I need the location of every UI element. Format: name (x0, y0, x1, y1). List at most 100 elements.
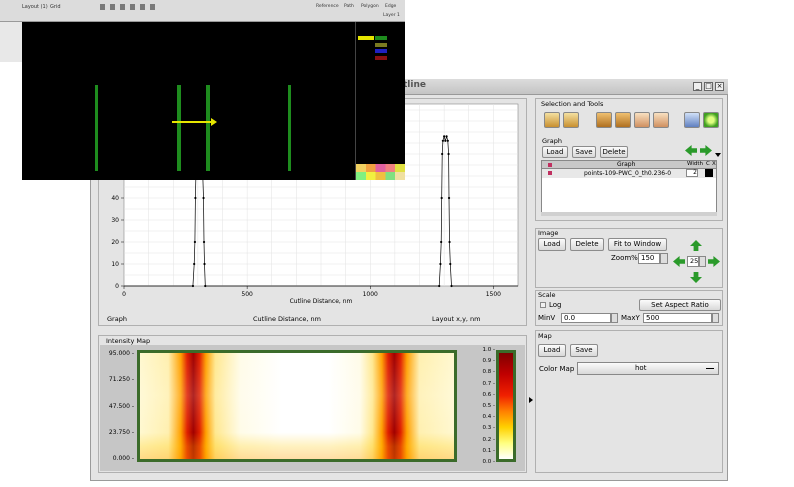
layout-line-3 (206, 85, 210, 171)
minimize-icon[interactable]: _ (693, 82, 702, 91)
zoom-select[interactable]: 150 (638, 253, 660, 264)
data-point (193, 240, 197, 244)
x-tick-label: 1000 (363, 291, 378, 298)
data-point (446, 139, 449, 142)
data-point (441, 139, 444, 142)
color-map-dropdown-icon[interactable] (706, 368, 714, 369)
table-header-x: X (712, 161, 716, 167)
maxv-label: MaxY (621, 314, 640, 322)
map-ytick: 23.750 - (108, 429, 134, 436)
data-point (441, 152, 444, 156)
layout-line-2 (177, 85, 181, 171)
layout-canvas[interactable] (22, 22, 355, 180)
select-home-icon[interactable] (544, 112, 560, 128)
x-tick-label: 500 (241, 291, 253, 298)
map-section-title: Map (538, 332, 552, 340)
x-axis-label: Cutline Distance, nm (290, 298, 353, 305)
data-point (194, 196, 197, 200)
row-color-swatch[interactable] (705, 169, 713, 177)
fit-to-window-button[interactable]: Fit to Window (608, 238, 667, 251)
data-point (202, 196, 205, 200)
data-point (204, 284, 207, 288)
cutline-arrow-icon[interactable] (172, 121, 212, 123)
overlay-toolbar-item-edge[interactable]: Edge (385, 4, 396, 9)
log-checkbox[interactable] (540, 302, 546, 308)
table-header-width: Width (687, 161, 703, 167)
house-tool-icon[interactable] (653, 112, 669, 128)
map-save-button[interactable]: Save (570, 344, 598, 357)
y-tick-label: 20 (111, 239, 119, 246)
pan-step-spinner[interactable] (699, 256, 706, 267)
row-width-field[interactable]: 2 (686, 169, 698, 177)
minv-spinner[interactable] (611, 313, 618, 323)
overlay-toolbar-item-grid[interactable]: Grid (50, 4, 61, 10)
table-header-c: C (706, 161, 710, 167)
y-tick-label: 40 (111, 195, 119, 202)
colorbar-tick: 0.7 - (482, 380, 495, 387)
zoom-label: Zoom% (611, 254, 638, 262)
layer-swatch-darkred[interactable] (375, 56, 387, 60)
colorbar-tick: 0.3 - (482, 425, 495, 432)
pan-step-input[interactable]: 25 (687, 256, 699, 267)
overlay-toolbar-icons[interactable] (100, 4, 160, 10)
overlay-toolbar-item-layout[interactable]: Layout (1) (22, 4, 48, 10)
intensity-map-shading (140, 353, 454, 459)
window-title: tline (403, 80, 426, 90)
map-ytick: 47.500 - (108, 403, 134, 410)
colorbar-tick: 0.0 - (482, 459, 495, 465)
overlay-toolbar-item-polygon[interactable]: Polygon (361, 4, 379, 9)
graph-delete-button[interactable]: Delete (600, 146, 628, 158)
header-red-marker-icon (548, 163, 552, 167)
maxv-spinner[interactable] (712, 313, 719, 323)
colorbar (496, 350, 516, 462)
data-point (202, 240, 206, 244)
colorbar-tick: 1.0 - (482, 347, 495, 353)
refresh-icon[interactable] (703, 112, 719, 128)
data-point (440, 240, 443, 244)
minv-label: MinV (538, 314, 556, 322)
close-icon[interactable]: × (715, 82, 724, 91)
zoom-tool-icon[interactable] (684, 112, 700, 128)
layer-swatch-green[interactable] (375, 36, 387, 40)
scale-section-title: Scale (538, 291, 556, 299)
colorbar-tick: 0.1 - (482, 447, 495, 454)
profile-tool-icon[interactable] (634, 112, 650, 128)
data-point (445, 135, 448, 138)
graph-save-button[interactable]: Save (572, 146, 596, 158)
maximize-icon[interactable]: □ (704, 82, 713, 91)
overlay-toolbar-item-path[interactable]: Path (344, 4, 354, 9)
dropdown-triangle-icon[interactable] (715, 153, 721, 157)
image-load-button[interactable]: Load (538, 238, 566, 251)
row-marker-icon (548, 171, 552, 175)
table-scrollbar[interactable] (541, 212, 717, 216)
zoom-dropdown-icon[interactable] (660, 253, 668, 264)
layer-swatch-yellow[interactable] (358, 36, 374, 40)
layer-color-grid-row2[interactable] (356, 172, 405, 180)
select-region-icon[interactable] (563, 112, 579, 128)
collapse-arrow-icon[interactable] (529, 397, 533, 403)
maxv-input[interactable]: 500 (643, 313, 712, 323)
selection-tools-title: Selection and Tools (541, 100, 604, 108)
layer-swatch-olive[interactable] (375, 43, 387, 47)
data-point (193, 262, 196, 266)
map-y-axis: 95.000 - 71.250 - 47.500 - 23.750 - 0.00… (104, 350, 136, 466)
color-map-value: hot (635, 364, 647, 372)
data-point (438, 284, 441, 288)
overlay-toolbar-item-reference[interactable]: Reference (316, 4, 339, 9)
y-tick-label: 30 (111, 217, 119, 224)
minv-input[interactable]: 0.0 (561, 313, 611, 323)
colorbar-tick: 0.6 - (482, 391, 495, 398)
bar-tool-icon[interactable] (615, 112, 631, 128)
graph-load-button[interactable]: Load (542, 146, 568, 158)
set-aspect-ratio-button[interactable]: Set Aspect Ratio (639, 299, 721, 311)
graph-section-title: Graph (542, 137, 562, 145)
colorbar-tick: 0.4 - (482, 414, 495, 421)
image-delete-button[interactable]: Delete (570, 238, 604, 251)
image-section-title: Image (538, 229, 559, 237)
rectangle-tool-icon[interactable] (596, 112, 612, 128)
layer-swatch-blue[interactable] (375, 49, 387, 53)
color-map-select[interactable] (577, 362, 719, 375)
map-ytick: 0.000 - (112, 455, 134, 462)
data-point (440, 196, 443, 200)
map-load-button[interactable]: Load (538, 344, 566, 357)
